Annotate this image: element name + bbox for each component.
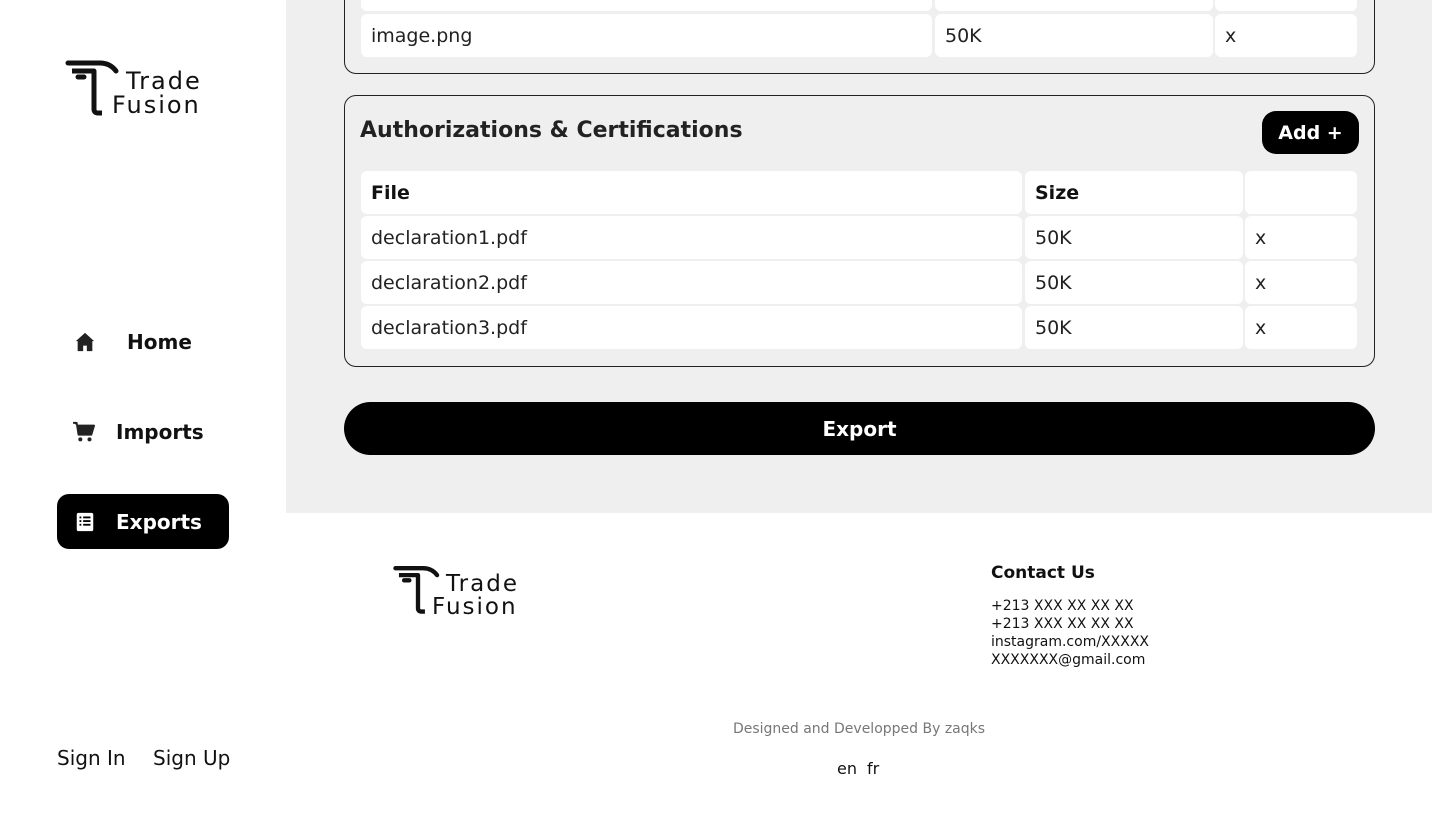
sidebar-item-label: Exports bbox=[116, 509, 202, 534]
file-size-cell: 50K bbox=[935, 14, 1213, 57]
file-name-cell: declaration1.pdf bbox=[361, 216, 1022, 259]
contact-email[interactable]: XXXXXXX@gmail.com bbox=[991, 651, 1149, 669]
cart-icon bbox=[71, 419, 97, 445]
language-switcher: en fr bbox=[837, 759, 879, 778]
remove-file-button[interactable]: x bbox=[1245, 216, 1357, 259]
brand-wordmark: Trade Fusion bbox=[112, 67, 202, 117]
column-header-action bbox=[1245, 171, 1357, 214]
file-size-cell: 50K bbox=[1025, 216, 1243, 259]
brand-line-1: Trade bbox=[446, 571, 519, 597]
attachments-panel: image.png 50K x bbox=[344, 0, 1375, 74]
file-size-cell: 50K bbox=[1025, 306, 1243, 349]
export-button[interactable]: Export bbox=[344, 402, 1375, 455]
file-size-cell: 50K bbox=[1025, 261, 1243, 304]
file-name-cell: declaration2.pdf bbox=[361, 261, 1022, 304]
contact-phone-2[interactable]: +213 XXX XX XX XX bbox=[991, 615, 1149, 633]
table-cell bbox=[1215, 0, 1357, 11]
sign-up-link[interactable]: Sign Up bbox=[153, 746, 230, 770]
table-cell bbox=[935, 0, 1213, 11]
brand-line-2: Fusion bbox=[432, 594, 518, 620]
add-file-button[interactable]: Add + bbox=[1262, 111, 1359, 154]
footer: Trade Fusion Contact Us +213 XXX XX XX X… bbox=[286, 513, 1432, 828]
panel-title: Authorizations & Certifications bbox=[360, 118, 743, 143]
brand-line-2: Fusion bbox=[112, 91, 201, 119]
brand-logo[interactable]: Trade Fusion bbox=[64, 57, 202, 117]
main-content: image.png 50K x Authorizations & Certifi… bbox=[286, 0, 1432, 513]
authorizations-panel: Authorizations & Certifications Add + Fi… bbox=[344, 95, 1375, 367]
remove-file-button[interactable]: x bbox=[1245, 306, 1357, 349]
file-name-cell: declaration3.pdf bbox=[361, 306, 1022, 349]
contact-phone-1[interactable]: +213 XXX XX XX XX bbox=[991, 597, 1149, 615]
sidebar-item-label: Imports bbox=[116, 419, 204, 444]
sidebar-item-imports[interactable]: Imports bbox=[57, 404, 229, 459]
sidebar: Trade Fusion Home Imports Exports Sign I… bbox=[0, 0, 286, 828]
brand-line-1: Trade bbox=[126, 67, 202, 95]
contact-section: Contact Us +213 XXX XX XX XX +213 XXX XX… bbox=[991, 563, 1149, 669]
sidebar-item-exports[interactable]: Exports bbox=[57, 494, 229, 549]
remove-file-button[interactable]: x bbox=[1215, 14, 1357, 57]
contact-title: Contact Us bbox=[991, 563, 1095, 583]
footer-credit: Designed and Developped By zaqks bbox=[732, 721, 986, 737]
language-fr-link[interactable]: fr bbox=[867, 759, 879, 778]
table-cell bbox=[361, 0, 932, 11]
sidebar-item-home[interactable]: Home bbox=[57, 314, 229, 369]
sidebar-item-label: Home bbox=[127, 329, 192, 354]
file-name-cell: image.png bbox=[361, 14, 932, 57]
footer-brand-logo[interactable]: Trade Fusion bbox=[392, 563, 519, 619]
sign-in-link[interactable]: Sign In bbox=[57, 746, 126, 770]
contact-instagram[interactable]: instagram.com/XXXXX bbox=[991, 633, 1149, 651]
home-icon bbox=[72, 329, 98, 355]
column-header-file: File bbox=[361, 171, 1022, 214]
remove-file-button[interactable]: x bbox=[1245, 261, 1357, 304]
brand-wordmark: Trade Fusion bbox=[432, 571, 519, 619]
document-list-icon bbox=[72, 509, 98, 535]
language-en-link[interactable]: en bbox=[837, 759, 857, 778]
column-header-size: Size bbox=[1025, 171, 1243, 214]
